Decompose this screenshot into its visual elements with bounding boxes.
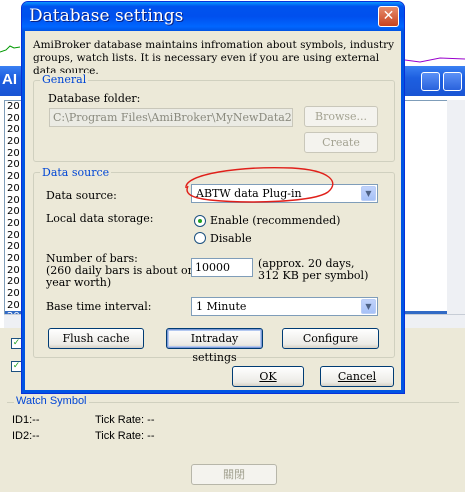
watch-id2-tick-rate: Tick Rate: -- [95,430,155,442]
maximize-button[interactable] [443,72,462,91]
enable-radio[interactable] [194,215,206,227]
general-group-title: General [40,73,89,86]
browse-button[interactable]: Browse... [304,106,378,127]
watch-symbol-title: Watch Symbol [14,395,89,407]
database-folder-label: Database folder: [48,92,141,105]
ok-button[interactable]: OK [232,366,304,387]
background-window-controls [421,72,465,92]
background-bottom-strip [0,492,465,501]
watch-symbol-group [7,402,459,457]
minimize-button[interactable] [421,72,440,91]
intraday-settings-button[interactable]: Intraday settings [166,328,263,364]
enable-radio-label[interactable]: Enable (recommended) [210,215,340,227]
base-time-interval-label: Base time interval: [46,300,152,313]
data-source-group-title: Data source [40,166,112,179]
configure-button[interactable]: Configure [282,328,379,349]
flush-cache-button[interactable]: Flush cache [48,328,144,349]
database-settings-dialog: Database settings ✕ AmiBroker database m… [21,1,405,394]
chevron-down-icon[interactable]: ▼ [361,299,376,314]
database-folder-field[interactable]: C:\Program Files\AmiBroker\MyNewData2 [49,108,293,127]
watch-id1-label: ID1:-- [12,414,40,426]
background-close-button[interactable]: 關閉 [191,464,277,485]
data-source-label: Data source: [46,189,117,202]
cancel-button-label: Cancel [337,370,377,383]
chevron-down-icon[interactable]: ▼ [361,186,376,201]
create-button[interactable]: Create [304,132,378,153]
ok-button-label: OK [259,370,277,383]
bars-approx-note-2: 312 KB per symbol) [258,269,369,282]
disable-radio[interactable] [194,232,206,244]
watch-id2-label: ID2:-- [12,430,40,442]
base-time-interval-select[interactable]: 1 Minute ▼ [191,297,378,316]
dialog-titlebar[interactable]: Database settings ✕ [22,2,404,31]
number-of-bars-input[interactable]: 10000 [191,258,253,277]
number-of-bars-hint-2: year worth) [46,276,112,289]
red-annotation-ellipse [185,167,334,203]
cancel-button[interactable]: Cancel [320,366,394,387]
local-data-storage-label: Local data storage: [46,212,154,225]
disable-radio-label[interactable]: Disable [210,233,252,245]
background-vertical-scrollbar[interactable] [447,100,465,314]
watch-id1-tick-rate: Tick Rate: -- [95,414,155,426]
base-time-interval-value: 1 Minute [196,300,247,313]
close-icon[interactable]: ✕ [378,6,399,27]
dialog-title: Database settings [29,6,184,26]
